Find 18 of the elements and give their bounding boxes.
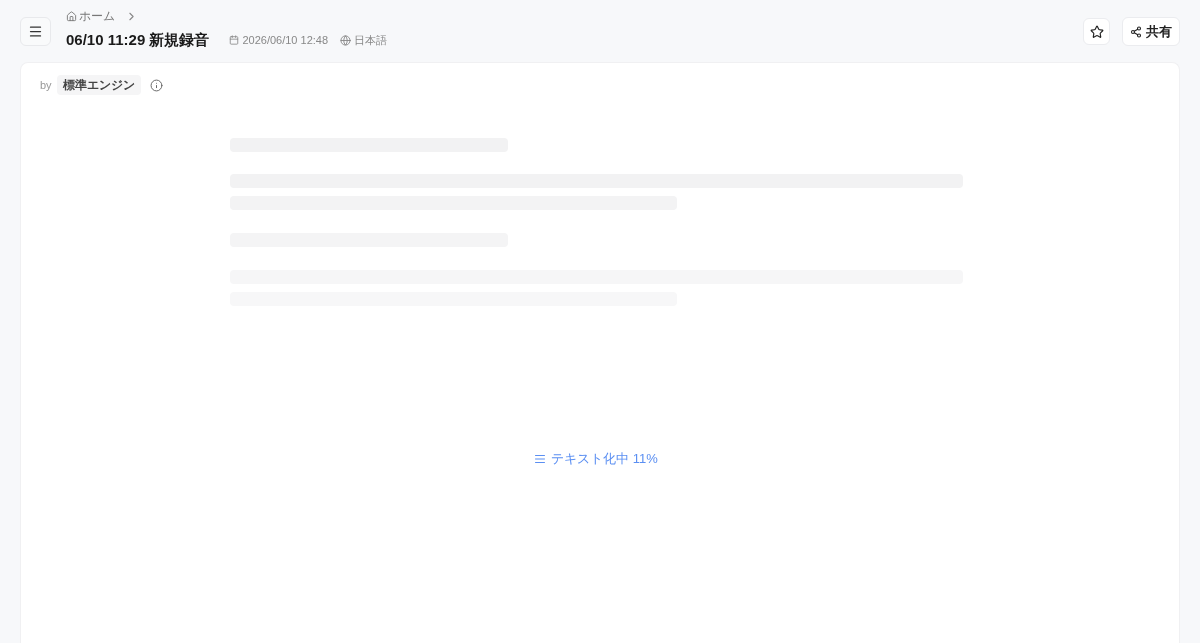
engine-tag: 標準エンジン xyxy=(56,75,141,95)
share-icon xyxy=(1130,25,1142,38)
home-icon xyxy=(66,10,77,22)
by-label: by xyxy=(40,77,52,93)
breadcrumb-link[interactable]: ホーム xyxy=(66,7,115,25)
recording-date: 2026/06/10 12:48 xyxy=(242,33,329,48)
recording-language: 日本語 xyxy=(354,33,388,48)
info-icon xyxy=(149,78,163,92)
text-lines-icon xyxy=(534,452,547,465)
menu-icon xyxy=(28,24,43,39)
share-button[interactable]: 共有 xyxy=(1122,17,1180,46)
transcription-status: テキスト化中 11% xyxy=(551,450,658,468)
favorite-button[interactable] xyxy=(1083,18,1110,45)
star-icon xyxy=(1089,24,1104,39)
calendar-icon xyxy=(229,35,240,46)
globe-icon xyxy=(340,34,352,46)
menu-button[interactable] xyxy=(20,17,51,46)
recording-title: 06/10 11:29 新規録音 xyxy=(66,30,210,50)
